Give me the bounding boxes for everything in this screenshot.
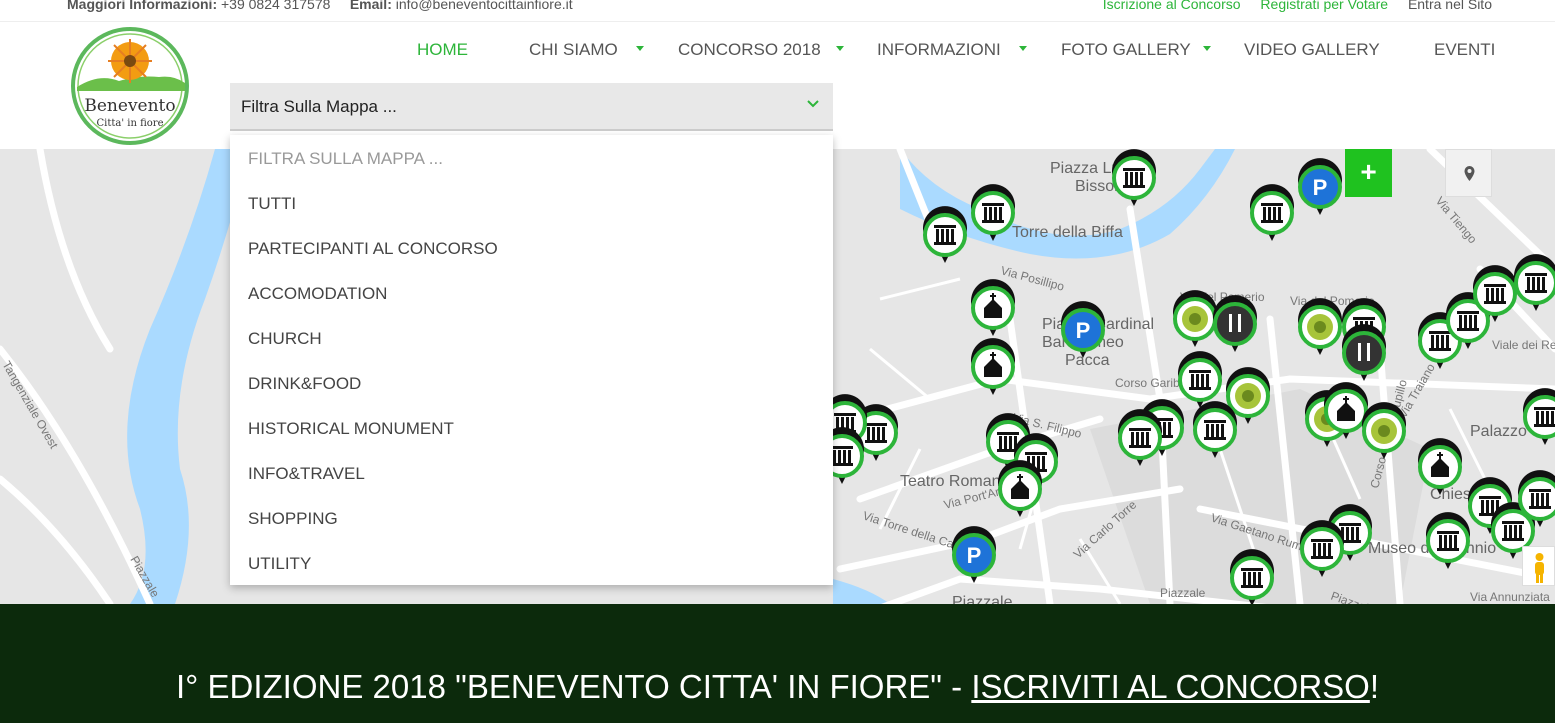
pegman-icon [1535, 553, 1544, 583]
chevron-down-icon [807, 100, 819, 108]
phone-number: +39 0824 317578 [221, 0, 331, 12]
info-label: Maggiori Informazioni: [67, 0, 218, 12]
register-vote-link[interactable]: Registrati per Votare [1260, 0, 1388, 12]
filter-option-partecipanti[interactable]: PARTECIPANTI AL CONCORSO [248, 239, 498, 259]
nav-chi-siamo[interactable]: CHI SIAMO [529, 40, 618, 60]
filter-option-church[interactable]: CHURCH [248, 329, 322, 349]
nav-foto-gallery[interactable]: FOTO GALLERY [1061, 40, 1191, 60]
map-label: Piazzale [952, 594, 1013, 604]
site-logo[interactable]: Benevento Citta' in fiore [69, 25, 191, 147]
nav-home[interactable]: HOME [417, 40, 468, 60]
map-label: Pacca [1065, 352, 1110, 369]
filter-option-utility[interactable]: UTILITY [248, 554, 311, 574]
email-address[interactable]: info@beneventocittainfiore.it [396, 0, 573, 12]
chevron-down-icon[interactable] [636, 46, 644, 51]
banner-suffix: ! [1369, 668, 1380, 705]
map-filter-select[interactable]: Filtra Sulla Mappa ... [230, 83, 833, 131]
nav-video-gallery[interactable]: VIDEO GALLERY [1244, 40, 1380, 60]
chevron-down-icon[interactable] [1203, 46, 1211, 51]
nav-concorso-2018[interactable]: CONCORSO 2018 [678, 40, 821, 60]
logo-title: Benevento [84, 96, 175, 116]
map-filter-value: Filtra Sulla Mappa ... [241, 97, 397, 116]
register-contest-link[interactable]: Iscrizione al Concorso [1103, 0, 1241, 12]
email-label: Email: [349, 0, 392, 12]
contest-banner: I° EDIZIONE 2018 "BENEVENTO CITTA' IN FI… [0, 604, 1555, 723]
map-label: Piazzale [1160, 586, 1206, 600]
filter-option-shopping[interactable]: SHOPPING [248, 509, 338, 529]
map-label: Torre della Biffa [1012, 224, 1123, 241]
filter-option-historical-monument[interactable]: HISTORICAL MONUMENT [248, 419, 454, 439]
map-label: Palazzo [1470, 423, 1527, 440]
map-location-button[interactable] [1445, 149, 1492, 197]
map-add-button[interactable]: + [1345, 149, 1392, 197]
page: Maggiori Informazioni: +39 0824 317578 E… [0, 0, 1555, 723]
filter-option-placeholder[interactable]: FILTRA SULLA MAPPA ... [248, 149, 443, 169]
banner-register-link[interactable]: ISCRIVITI AL CONCORSO [971, 668, 1370, 705]
banner-text: I° EDIZIONE 2018 "BENEVENTO CITTA' IN FI… [0, 668, 1555, 706]
nav-eventi[interactable]: EVENTI [1434, 40, 1495, 60]
location-pin-icon [1464, 166, 1475, 181]
chevron-down-icon[interactable] [836, 46, 844, 51]
top-links: Iscrizione al Concorso Registrati per Vo… [1087, 0, 1492, 12]
chevron-down-icon[interactable] [1019, 46, 1027, 51]
filter-option-accomodation[interactable]: ACCOMODATION [248, 284, 387, 304]
map-label: Tangenziale Ovest [0, 359, 61, 452]
top-info-bar: Maggiori Informazioni: +39 0824 317578 E… [0, 0, 1555, 22]
nav-informazioni[interactable]: INFORMAZIONI [877, 40, 1001, 60]
filter-option-info-travel[interactable]: INFO&TRAVEL [248, 464, 365, 484]
filter-option-tutti[interactable]: TUTTI [248, 194, 296, 214]
contact-info: Maggiori Informazioni: +39 0824 317578 E… [67, 0, 573, 12]
logo-subtitle: Citta' in fiore [97, 118, 164, 129]
banner-headline: I° EDIZIONE 2018 "BENEVENTO CITTA' IN FI… [175, 668, 972, 705]
enter-site-link[interactable]: Entra nel Sito [1408, 0, 1492, 12]
map-label: Via Tiengo [1433, 194, 1480, 247]
filter-option-drink-food[interactable]: DRINK&FOOD [248, 374, 361, 394]
map-label: Viale dei Rettori [1492, 338, 1555, 352]
street-view-pegman[interactable] [1522, 546, 1555, 586]
map-label: Via Annunziata [1470, 590, 1550, 604]
map-filter-dropdown: FILTRA SULLA MAPPA ... TUTTI PARTECIPANT… [230, 135, 833, 585]
